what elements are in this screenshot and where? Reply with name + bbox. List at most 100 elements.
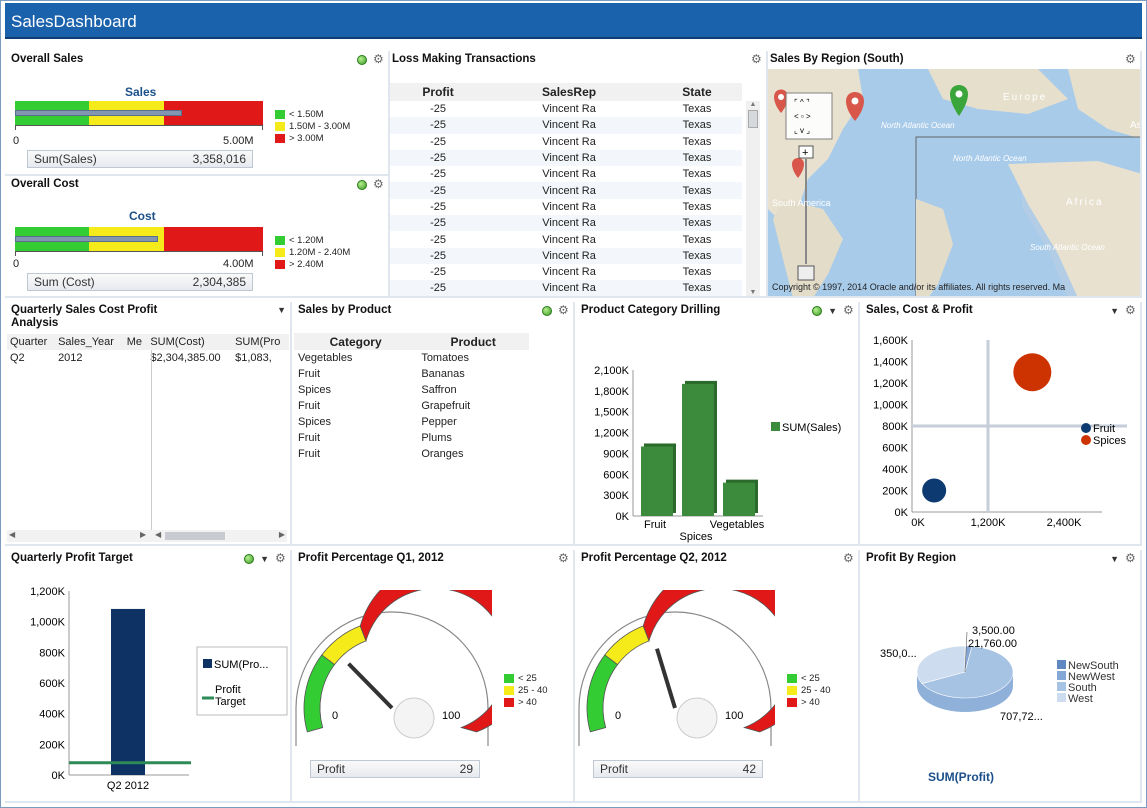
- refresh-icon[interactable]: [812, 305, 823, 316]
- table-row: Fruit Grapefruit: [294, 398, 529, 414]
- y-tick-label: 1,000K: [873, 400, 909, 412]
- gear-icon[interactable]: ⚙: [373, 53, 384, 65]
- dropdown-icon[interactable]: ▼: [828, 306, 837, 316]
- bar: [723, 482, 755, 516]
- dropdown-icon[interactable]: ▼: [277, 305, 286, 315]
- gear-icon[interactable]: ⚙: [843, 552, 854, 564]
- panel-title: Overall Cost: [11, 178, 79, 190]
- table-cell: Vincent Ra: [486, 280, 652, 296]
- profit-gauge-q1: 0 100: [295, 590, 492, 746]
- panel-title: Quarterly Profit Target: [11, 552, 133, 564]
- legend-label: Spices: [1093, 435, 1127, 447]
- table-cell: $1,083,: [235, 352, 272, 364]
- table-cell: -25: [390, 182, 487, 199]
- y-tick-label: 1,200K: [594, 428, 630, 440]
- axis-min: 0: [13, 135, 20, 147]
- table-cell: Texas: [651, 149, 742, 167]
- gauge-min-label: 0: [332, 710, 338, 722]
- drill-bar-chart: 0K 300K 600K 900K 1,200K 1,500K 1,800K 2,100K Fr…: [594, 365, 841, 543]
- panel-title: Sales, Cost & Profit: [866, 304, 973, 316]
- table-cell: [124, 350, 148, 366]
- gear-icon[interactable]: ⚙: [751, 53, 762, 65]
- panel-title: Profit Percentage Q2, 2012: [581, 552, 727, 564]
- dropdown-icon[interactable]: ▼: [1110, 306, 1119, 316]
- gear-icon[interactable]: ⚙: [1125, 552, 1136, 564]
- table-cell: Texas: [651, 117, 742, 134]
- gauge-legend: < 25 25 - 40 > 40: [504, 672, 548, 708]
- table-cell: Vegetables: [298, 352, 353, 364]
- column-header: Sales_Year: [58, 336, 114, 348]
- gear-icon[interactable]: ⚙: [1125, 304, 1136, 316]
- table-cell: -25: [390, 280, 487, 296]
- y-tick-label: 600K: [603, 469, 629, 481]
- y-tick-label: 200K: [882, 486, 908, 498]
- table-cell: 2012: [58, 352, 83, 364]
- refresh-icon[interactable]: [357, 179, 367, 190]
- y-tick-label: 0K: [52, 770, 66, 782]
- x-tick-label: 2,400K: [1047, 517, 1083, 529]
- table-cell: Vincent Ra: [542, 103, 596, 116]
- gear-icon[interactable]: ⚙: [275, 552, 286, 564]
- table-cell: -25: [390, 215, 487, 232]
- dropdown-icon[interactable]: ▼: [1110, 554, 1119, 564]
- panel-title: Overall Sales: [11, 53, 84, 65]
- axis-max: 5.00M: [223, 135, 254, 147]
- region-map[interactable]: ⌜ ^ ⌝ < ▫ > ⌞ v ⌟ + Europe North Atlanti…: [768, 69, 1142, 298]
- svg-text:North Atlantic Ocean: North Atlantic Ocean: [881, 121, 955, 130]
- horizontal-scrollbar[interactable]: ◀ ▶ ◀ ▶: [7, 530, 287, 542]
- cost-bullet-bar: [15, 227, 263, 251]
- refresh-icon[interactable]: [244, 553, 255, 564]
- table-row: Vegetables Tomatoes: [294, 350, 529, 366]
- refresh-icon[interactable]: [357, 54, 367, 65]
- table-scrollbar[interactable]: ▲ ▼: [746, 101, 760, 296]
- gauge-legend: < 25 25 - 40 > 40: [787, 672, 831, 708]
- column-header: SalesRep: [486, 83, 652, 101]
- dropdown-icon[interactable]: ▼: [260, 554, 269, 564]
- panel-title: Loss Making Transactions: [392, 53, 536, 65]
- loss-table: Profit SalesRep State -25 Vincent Ra Texas -2…: [390, 83, 742, 296]
- column-header: Quarter: [10, 336, 48, 348]
- panel-title: Sales By Region (South): [770, 53, 904, 65]
- sales-bullet-bar: [15, 101, 263, 125]
- profit-q2-panel: Profit Percentage Q2, 2012 ⚙ 0 100 < 25 2…: [575, 550, 860, 803]
- column-header: Product: [417, 333, 529, 350]
- profit-target-panel: Quarterly Profit Target ▼ ⚙ 0K 200K 400K 600…: [5, 550, 292, 803]
- table-cell: Vincent Ra: [542, 266, 596, 279]
- panel-title: Quarterly Sales Cost Profit Analysis: [11, 304, 158, 329]
- legend-label: SUM(Sales): [782, 422, 841, 434]
- y-tick-label: 1,800K: [594, 386, 630, 398]
- panel-title: Sales by Product: [298, 304, 392, 316]
- refresh-icon[interactable]: [542, 305, 552, 316]
- table-row: -25 Vincent Ra Texas: [390, 101, 742, 117]
- gear-icon[interactable]: ⚙: [373, 178, 384, 190]
- sum-sales-box: Sum(Sales) 3,358,016: [27, 150, 253, 168]
- sales-value-bar: [15, 110, 182, 116]
- axis-min: 0: [13, 258, 20, 270]
- y-tick-label: 0K: [616, 511, 630, 523]
- quarterly-table: Quarter Sales_Year Me SUM(Cost) SUM(Pro Q2 20…: [7, 334, 289, 366]
- column-header: Category: [294, 333, 418, 350]
- profit-value-box: Profit 29: [310, 760, 480, 778]
- x-tick-label: 0K: [911, 517, 925, 529]
- zoom-slider[interactable]: [797, 265, 815, 281]
- legend-label: Fruit: [1093, 423, 1115, 435]
- target-bar-chart: 0K 200K 400K 600K 800K 1,000K 1,200K Q2 2012 SUM…: [30, 586, 288, 792]
- gear-icon[interactable]: ⚙: [1125, 53, 1136, 65]
- y-tick-label: 1,000K: [30, 617, 66, 629]
- table-cell: Texas: [651, 280, 742, 296]
- table-cell: Q2: [10, 352, 25, 364]
- y-tick-label: 600K: [39, 678, 65, 690]
- gear-icon[interactable]: ⚙: [558, 552, 569, 564]
- gauge-min-label: 0: [615, 710, 621, 722]
- gauge-max-label: 100: [725, 710, 743, 722]
- gear-icon[interactable]: ⚙: [843, 304, 854, 316]
- sales-region-panel: Sales By Region (South) ⚙ ⌜ ^ ⌝ < ▫ > ⌞ …: [768, 51, 1142, 298]
- table-cell: Fruit: [298, 432, 320, 444]
- table-cell: Vincent Ra: [542, 135, 596, 148]
- app-title: SalesDashboard: [5, 3, 1142, 39]
- scatter-point: [1013, 353, 1052, 392]
- table-row: -25 Vincent Ra Texas: [390, 231, 742, 247]
- y-tick-label: 1,200K: [30, 586, 66, 598]
- legend-label: West: [1068, 693, 1093, 705]
- gear-icon[interactable]: ⚙: [558, 304, 569, 316]
